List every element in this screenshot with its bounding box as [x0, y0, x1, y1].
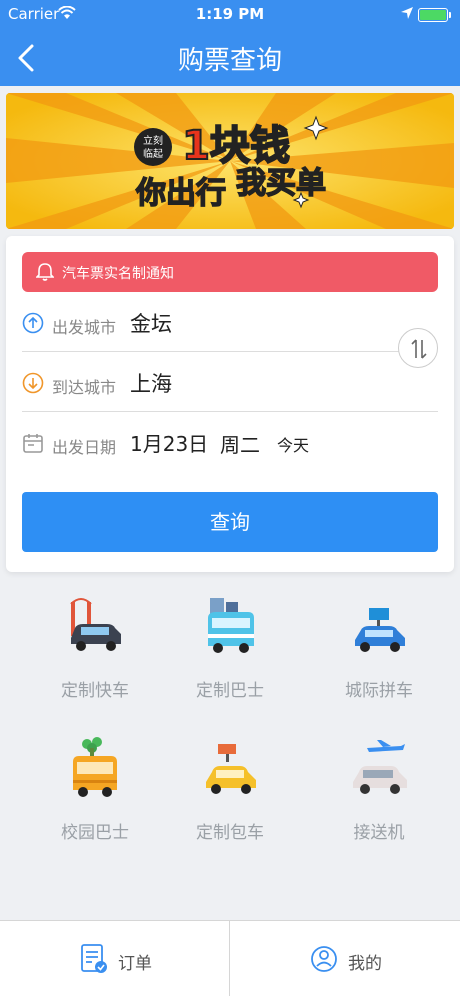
banner-text-2a: 你出行 — [135, 176, 226, 211]
service-charter-car[interactable]: 定制包车 — [155, 732, 305, 852]
departure-city-row[interactable]: 出发城市 金坛 — [22, 294, 438, 352]
service-name: 接送机 — [353, 823, 405, 843]
arrival-label: 到达城市 — [52, 378, 117, 397]
departure-city[interactable]: 金坛 — [130, 308, 172, 338]
service-name: 定制快车 — [61, 681, 129, 701]
divider — [22, 351, 402, 352]
banner-text-2b: 我买单 — [236, 166, 326, 201]
arrow-down-circle-icon — [22, 372, 44, 398]
calendar-icon — [22, 432, 44, 458]
notice-text: 汽车票实名制通知 — [62, 266, 174, 282]
today-tag: 今天 — [277, 436, 310, 455]
service-name: 定制包车 — [196, 823, 264, 843]
banner-text-1b: 临起 — [143, 147, 163, 160]
page-title: 购票查询 — [177, 46, 282, 76]
arrow-up-circle-icon — [22, 312, 44, 338]
user-profile-icon — [310, 943, 338, 979]
departure-date-row[interactable]: 出发日期 1月23日 周二 今天 — [22, 414, 438, 472]
service-airport-transfer[interactable]: 接送机 — [304, 732, 454, 852]
real-name-notice[interactable]: 汽车票实名制通知 — [22, 252, 438, 292]
intercity-carpool-icon — [355, 608, 405, 652]
query-button[interactable]: 查询 — [22, 492, 438, 552]
departure-date[interactable]: 1月23日 — [130, 428, 208, 457]
service-custom-bus[interactable]: 定制巴士 — [155, 590, 305, 710]
tab-mine[interactable]: 我的 — [230, 921, 459, 996]
search-card: 汽车票实名制通知 出发城市 金坛 到达城市 上海 出发日期 1月23日 周二 今… — [6, 236, 454, 572]
banner-text-1a: 立刻 — [143, 134, 163, 147]
service-campus-bus[interactable]: 校园巴士 — [20, 732, 170, 852]
tab-bar: 订单 我的 — [0, 920, 460, 996]
arrival-city[interactable]: 上海 — [130, 368, 172, 398]
service-custom-express[interactable]: 定制快车 — [20, 590, 170, 710]
tab-mine-label: 我的 — [348, 954, 382, 974]
date-label: 出发日期 — [52, 438, 117, 457]
battery-icon — [418, 8, 451, 22]
clock: 1:19 PM — [195, 5, 265, 23]
service-name: 城际拼车 — [345, 681, 413, 701]
order-document-icon — [80, 943, 108, 979]
custom-bus-icon — [208, 598, 254, 653]
charter-car-icon — [206, 744, 256, 794]
service-intercity-carpool[interactable]: 城际拼车 — [304, 590, 454, 710]
airport-transfer-icon — [353, 740, 407, 794]
promo-banner[interactable]: 立刻 临起 1块钱 你出行 我买单 — [6, 93, 454, 229]
weekday: 周二 — [220, 433, 260, 457]
location-arrow-icon — [400, 6, 414, 24]
departure-label: 出发城市 — [52, 318, 117, 337]
services-grid: 定制快车 定制巴士 城际拼车 校园巴士 定制包车 接送机 — [0, 590, 460, 890]
custom-express-car-icon — [70, 598, 121, 651]
nav-bar: 购票查询 — [0, 30, 460, 86]
service-name: 校园巴士 — [61, 823, 129, 843]
divider — [22, 411, 438, 412]
status-bar: Carrier 1:19 PM — [0, 0, 460, 30]
service-name: 定制巴士 — [196, 681, 264, 701]
tab-orders[interactable]: 订单 — [0, 921, 229, 996]
bell-icon — [35, 262, 55, 286]
tab-orders-label: 订单 — [118, 954, 152, 974]
arrival-city-row[interactable]: 到达城市 上海 — [22, 354, 438, 412]
banner-big-text: 1块钱 — [182, 123, 290, 169]
campus-bus-icon — [73, 737, 117, 797]
